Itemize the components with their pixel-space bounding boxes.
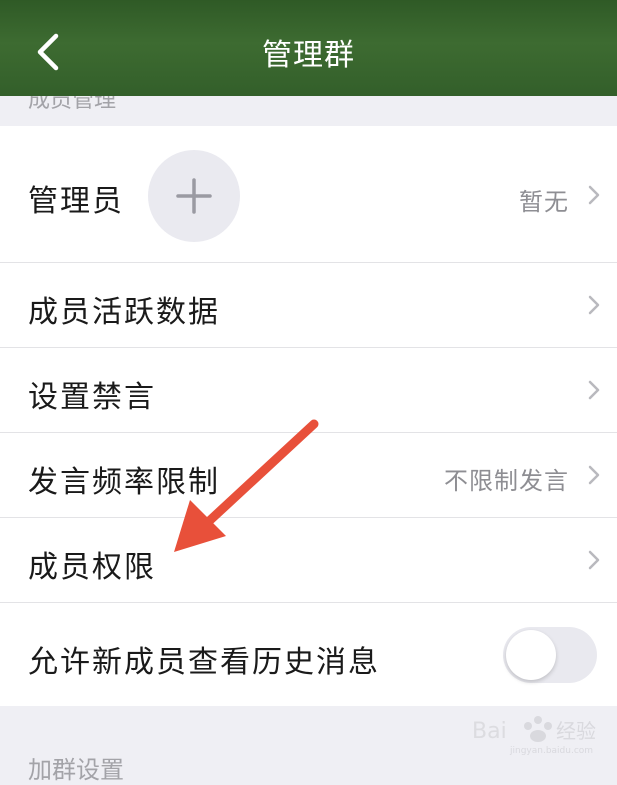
svg-text:经验: 经验: [556, 719, 596, 743]
section-header-label: 成员管理: [28, 96, 117, 113]
row-label: 成员活跃数据: [28, 295, 220, 330]
add-admin-button[interactable]: [148, 150, 240, 242]
svg-text:Bai: Bai: [472, 719, 507, 744]
row-label: 允许新成员查看历史消息: [28, 645, 380, 680]
section-header-member-management: 成员管理: [0, 96, 617, 126]
row-label: 管理员: [28, 184, 124, 219]
plus-icon: [176, 178, 212, 214]
row-label: 成员权限: [28, 550, 156, 585]
history-toggle-switch[interactable]: [503, 627, 597, 683]
chevron-right-icon: [588, 185, 600, 205]
navigation-bar: 管理群: [0, 0, 617, 96]
section-header-label: 加群设置: [28, 756, 124, 784]
page-title: 管理群: [262, 38, 355, 73]
chevron-right-icon: [588, 380, 600, 400]
row-admins[interactable]: 管理员 暂无: [0, 126, 617, 262]
toggle-knob: [506, 630, 556, 680]
row-value: 不限制发言: [444, 467, 569, 495]
svg-text:jingyan.baidu.com: jingyan.baidu.com: [509, 746, 593, 756]
chevron-right-icon: [588, 550, 600, 570]
row-value: 暂无: [519, 188, 569, 216]
chevron-right-icon: [588, 465, 600, 485]
chevron-right-icon: [588, 295, 600, 315]
row-member-activity[interactable]: 成员活跃数据: [0, 263, 617, 347]
row-allow-history: 允许新成员查看历史消息: [0, 603, 617, 706]
annotation-arrow-icon: [174, 419, 319, 552]
baidu-jingyan-watermark-logo: Bai 经验 jingyan.baidu.com: [472, 716, 596, 756]
row-label: 设置禁言: [28, 380, 156, 415]
